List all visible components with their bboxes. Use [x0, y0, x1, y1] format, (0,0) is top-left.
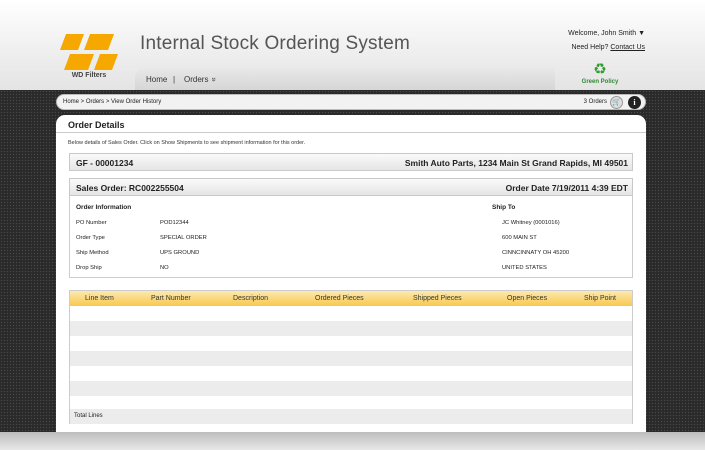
main-nav: Home | Orders » — [135, 68, 555, 90]
col-line-item[interactable]: Line Item — [85, 295, 114, 302]
green-policy-label: Green Policy — [581, 79, 619, 85]
col-open-pieces[interactable]: Open Pieces — [507, 295, 547, 302]
gf-number: GF - 00001234 — [76, 158, 134, 168]
ship-to-line: UNITED STATES — [502, 265, 547, 271]
contact-us-link[interactable]: Contact Us — [610, 44, 645, 51]
col-description[interactable]: Description — [233, 295, 268, 302]
table-row — [70, 381, 632, 396]
col-ship-point[interactable]: Ship Point — [584, 295, 616, 302]
order-type-value: SPECIAL ORDER — [160, 235, 207, 241]
welcome-user[interactable]: Welcome, John Smith ▼ — [568, 30, 645, 37]
table-row — [70, 306, 632, 321]
order-type-label: Order Type — [76, 235, 105, 241]
ship-to-heading: Ship To — [492, 204, 516, 211]
table-row — [70, 336, 632, 351]
ship-to-line: JC Whitney (0001016) — [502, 220, 560, 226]
ship-method-label: Ship Method — [76, 250, 109, 256]
recycle-icon: ♻ — [593, 61, 607, 78]
title-divider — [56, 132, 646, 133]
page-footer — [0, 432, 705, 450]
intro-text: Below details of Sales Order. Click on S… — [68, 140, 306, 146]
line-items-table: Line Item Part Number Description Ordere… — [69, 290, 633, 424]
app-header: WD Filters Internal Stock Ordering Syste… — [0, 0, 705, 90]
col-ordered-pieces[interactable]: Ordered Pieces — [315, 295, 364, 302]
cart-icon[interactable]: 🛒 — [610, 96, 623, 109]
total-lines-label: Total Lines — [74, 413, 103, 419]
page-title: Order Details — [68, 120, 125, 130]
sales-order-bar: Sales Order: RC002255504 Order Date 7/19… — [69, 178, 633, 196]
ship-to-line: CINNCINNATY OH 45200 — [502, 250, 570, 256]
nav-home[interactable]: Home — [146, 75, 167, 84]
order-info-box: Order Information PO Number POD12344 Ord… — [69, 196, 633, 278]
orders-chevron-icon[interactable]: » — [210, 77, 219, 81]
breadcrumb[interactable]: Home > Orders > View Order History — [63, 99, 161, 105]
orders-count[interactable]: 3 Orders — [584, 99, 607, 105]
po-number-label: PO Number — [76, 220, 107, 226]
customer-address: Smith Auto Parts, 1234 Main St Grand Rap… — [404, 158, 628, 168]
order-info-heading: Order Information — [76, 204, 132, 211]
ship-to-line: 600 MAIN ST — [502, 235, 537, 241]
table-row — [70, 366, 632, 381]
wd-filters-logo[interactable]: WD Filters — [60, 32, 118, 82]
col-shipped-pieces[interactable]: Shipped Pieces — [413, 295, 462, 302]
app-title: Internal Stock Ordering System — [140, 33, 410, 54]
table-row — [70, 321, 632, 336]
table-header: Line Item Part Number Description Ordere… — [70, 291, 632, 306]
green-policy[interactable]: ♻ Green Policy — [578, 61, 622, 86]
order-date: Order Date 7/19/2011 4:39 EDT — [505, 183, 628, 193]
col-part-number[interactable]: Part Number — [151, 295, 191, 302]
gf-bar: GF - 00001234 Smith Auto Parts, 1234 Mai… — [69, 153, 633, 171]
total-row — [70, 409, 632, 424]
nav-separator: | — [173, 75, 176, 84]
help-line: Need Help? Contact Us — [571, 44, 645, 51]
drop-ship-value: NO — [160, 265, 169, 271]
po-number-value: POD12344 — [160, 220, 189, 226]
help-prefix: Need Help? — [571, 44, 609, 51]
ship-method-value: UPS GROUND — [160, 250, 200, 256]
sales-order-number: Sales Order: RC002255504 — [76, 183, 184, 193]
order-details-panel: Order Details Below details of Sales Ord… — [56, 115, 646, 432]
logo-text: WD Filters — [71, 72, 107, 79]
logo-mark-icon — [60, 34, 118, 70]
table-row — [70, 351, 632, 366]
nav-orders[interactable]: Orders — [184, 75, 208, 84]
breadcrumb-bar: Home > Orders > View Order History 3 Ord… — [56, 94, 646, 110]
drop-ship-label: Drop Ship — [76, 265, 102, 271]
info-icon[interactable]: i — [628, 96, 641, 109]
